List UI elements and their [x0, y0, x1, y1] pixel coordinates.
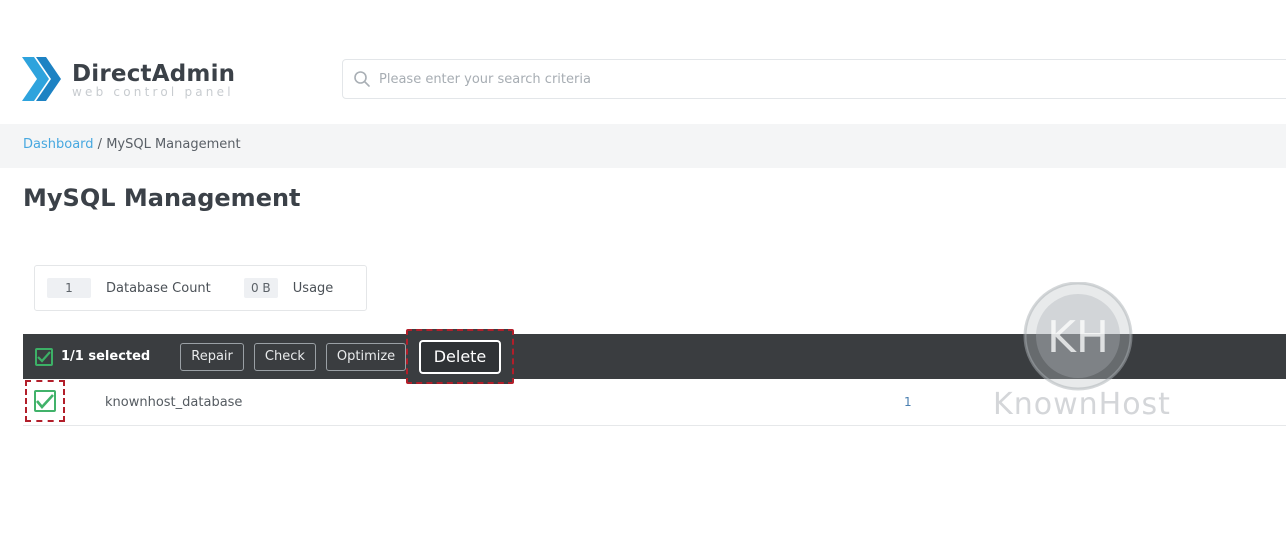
- page-title: MySQL Management: [23, 184, 301, 212]
- select-all-checkbox[interactable]: [35, 347, 53, 366]
- checkmark-icon: [36, 393, 54, 409]
- watermark-text: KnownHost: [993, 387, 1171, 422]
- header: DirectAdmin web control panel: [0, 0, 1286, 122]
- optimize-button[interactable]: Optimize: [325, 342, 407, 371]
- logo-text: DirectAdmin web control panel: [72, 61, 235, 98]
- usage-label: Usage: [292, 280, 334, 296]
- search-box[interactable]: [342, 59, 1286, 99]
- database-user-count[interactable]: 1: [904, 395, 912, 409]
- brand-subtitle: web control panel: [72, 84, 234, 99]
- directadmin-logo-icon: [22, 57, 61, 101]
- knownhost-watermark: KH KnownHost: [962, 282, 1202, 427]
- stats-panel: 1 Database Count 0 B Usage: [34, 265, 367, 311]
- repair-button[interactable]: Repair: [180, 342, 244, 371]
- watermark-monogram: KH: [1047, 312, 1109, 363]
- checkmark-icon: [37, 350, 51, 363]
- knownhost-logo-icon: KH: [1023, 282, 1133, 391]
- search-icon: [354, 71, 370, 87]
- delete-button[interactable]: Delete: [419, 339, 501, 374]
- database-name[interactable]: knownhost_database: [105, 395, 242, 410]
- search-input[interactable]: [379, 71, 1229, 87]
- breadcrumb-dashboard-link[interactable]: Dashboard: [23, 137, 94, 152]
- database-count-value: 1: [47, 278, 91, 298]
- logo[interactable]: DirectAdmin web control panel: [22, 54, 235, 104]
- usage-value: 0 B: [243, 278, 278, 298]
- breadcrumb: Dashboard / MySQL Management: [0, 124, 1286, 168]
- breadcrumb-separator: /: [93, 137, 107, 152]
- row-checkbox-highlight: [25, 380, 65, 422]
- breadcrumb-current: MySQL Management: [106, 137, 241, 152]
- check-button[interactable]: Check: [253, 342, 316, 371]
- brand-title: DirectAdmin: [72, 60, 236, 87]
- delete-highlight: Delete: [406, 329, 514, 384]
- row-checkbox[interactable]: [34, 390, 56, 412]
- database-count-label: Database Count: [106, 280, 211, 296]
- page: DirectAdmin web control panel Dashboard …: [0, 0, 1286, 544]
- selected-count: 1/1 selected: [61, 349, 151, 364]
